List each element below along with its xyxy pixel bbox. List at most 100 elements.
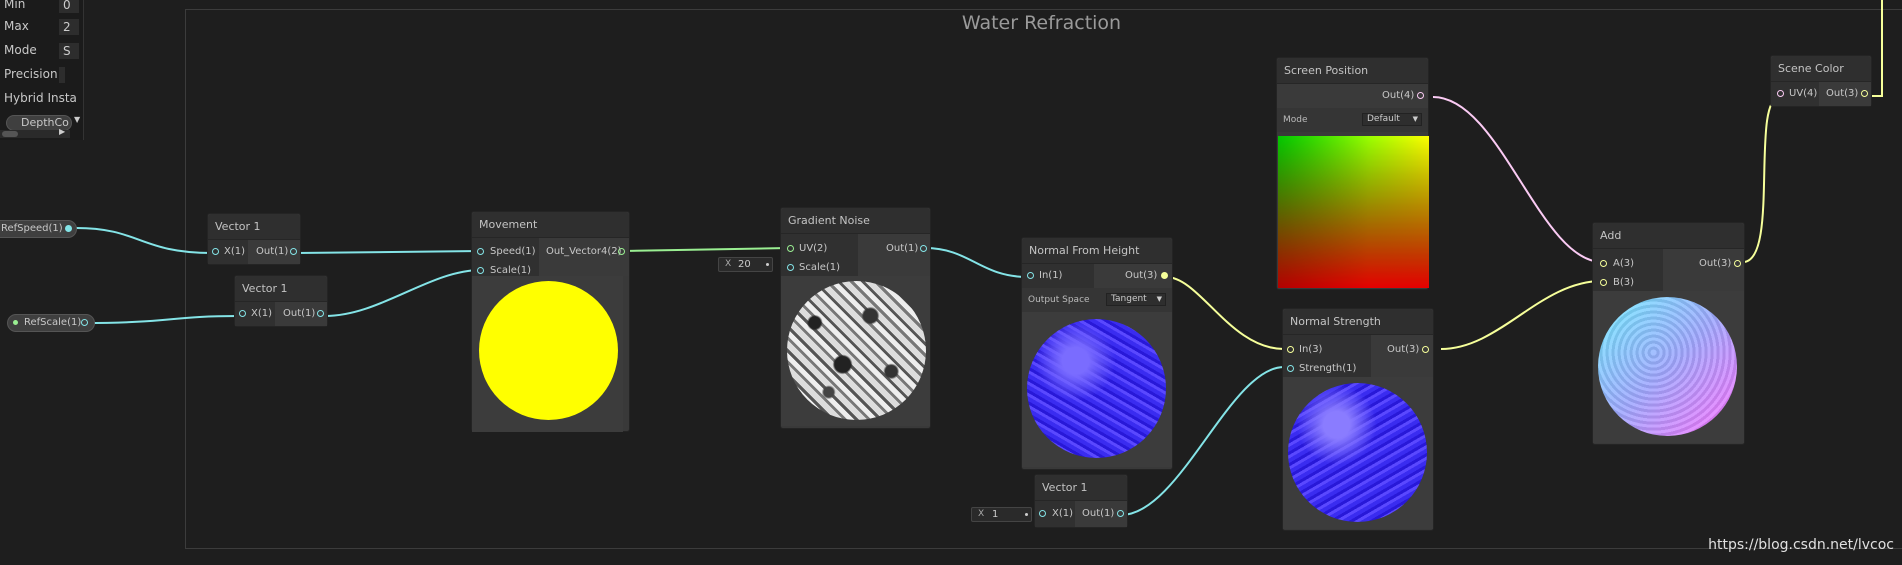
node-ports: X(1) Out(1) [1035,501,1127,527]
b-in-label: B(3) [1613,277,1635,288]
dropdown-arrow-icon[interactable]: ▼ [74,115,80,124]
out-label: Out(3) [1125,270,1158,281]
mode-dropdown[interactable]: S [59,43,79,59]
refspeed-out-port[interactable] [65,225,72,232]
output-space-label: Output Space [1028,295,1090,305]
options-area: Mode Default ▼ [1277,108,1428,132]
strength-in-port[interactable] [1287,365,1294,372]
out-port[interactable] [1861,90,1868,97]
uv-in-port[interactable] [1777,90,1784,97]
x-inline-value[interactable]: 1 [992,508,998,521]
watermark: https://blog.csdn.net/lvcoc [1708,537,1894,553]
wire-strength-add [1440,280,1603,350]
mode-dropdown[interactable]: Default ▼ [1362,113,1422,126]
out-port[interactable] [920,245,927,252]
out-port[interactable] [1117,510,1124,517]
chevron-down-icon: ▼ [1156,295,1162,303]
precision-label: Precision [4,67,58,81]
out-label: Out(4) [1382,90,1415,101]
max-value[interactable]: 2 [59,19,79,35]
precision-dropdown[interactable] [59,67,65,83]
movement-node[interactable]: Movement Speed(1) Scale(1) Out_Vector4(2… [471,211,630,432]
preview-area [1283,377,1433,529]
wire-add-scenecolor [1742,96,1781,263]
out-port[interactable] [290,248,297,255]
wire-vector1-movement-scale [324,269,482,317]
out-port[interactable] [1734,260,1741,267]
uv-in-port[interactable] [787,245,794,252]
vector1-node-c[interactable]: Vector 1 X(1) Out(1) [1034,474,1128,528]
uv-in-label: UV(4) [1789,88,1818,99]
screen-position-node[interactable]: Screen Position Out(4) Mode Default ▼ [1276,57,1429,290]
a-in-port[interactable] [1600,260,1607,267]
normal-strength-node[interactable]: Normal Strength In(3) Strength(1) Out(3) [1282,308,1434,531]
add-node[interactable]: Add A(3) B(3) Out(3) [1592,222,1745,445]
scroll-right-icon[interactable]: ▶ [59,127,65,136]
out-label: Out(3) [1699,258,1732,269]
node-title: Vector 1 [1035,475,1127,501]
preview-area [472,276,623,432]
out-port[interactable] [1417,92,1424,99]
refscale-indicator-icon [13,320,18,325]
strength-in-label: Strength(1) [1299,363,1357,374]
output-space-dropdown[interactable]: Tangent ▼ [1106,293,1166,306]
inline-connector-icon [1025,513,1028,516]
wire-noise-normalheight [924,247,1029,278]
x-inline-field[interactable]: X 1 [971,507,1032,522]
horizontal-scrollbar[interactable]: ▶ [0,127,70,138]
in-label: In(3) [1299,344,1323,355]
preview-area [781,276,930,426]
gradient-noise-node[interactable]: Gradient Noise UV(2) Scale(1) Out(1) [780,207,931,429]
in-label: In(1) [1039,270,1063,281]
x-in-port[interactable] [239,310,246,317]
out-label: Out(1) [283,308,316,319]
screen-position-preview [1278,136,1429,288]
add-preview-sphere [1598,297,1737,436]
vector1-node-b[interactable]: Vector 1 X(1) Out(1) [234,275,328,327]
scale-in-port[interactable] [787,264,794,271]
node-ports: In(1) Out(3) [1022,264,1172,288]
node-ports: In(3) Strength(1) Out(3) [1283,335,1433,377]
x-in-label: X(1) [251,308,273,319]
out-label: Out(1) [1082,508,1115,519]
node-title: Vector 1 [235,276,327,302]
scale-inline-field[interactable]: X 20 [718,257,773,272]
x-in-port[interactable] [212,248,219,255]
scene-color-node[interactable]: Scene Color UV(4) Out(3) [1770,55,1872,107]
in-port[interactable] [1027,272,1034,279]
out-port[interactable] [317,310,324,317]
uv-in-label: UV(2) [799,243,828,254]
out-port[interactable] [618,248,625,255]
wire-refspeed-vector1 [75,227,213,254]
refspeed-property-node[interactable]: RefSpeed(1) [0,220,77,238]
x-in-port[interactable] [1039,510,1046,517]
x-inline-label: X [978,509,985,519]
chevron-down-icon: ▼ [1412,115,1418,123]
scale-in-port[interactable] [477,267,484,274]
node-ports: UV(2) Scale(1) Out(1) [781,234,930,276]
node-ports: UV(4) Out(3) [1771,82,1871,106]
node-ports: X(1) Out(1) [235,302,327,326]
b-in-port[interactable] [1600,279,1607,286]
vector1-node-a[interactable]: Vector 1 X(1) Out(1) [207,213,301,265]
scale-in-label: Scale(1) [799,262,841,273]
speed-in-port[interactable] [477,248,484,255]
in-port[interactable] [1287,346,1294,353]
scale-x-label: X [725,259,732,269]
node-title: Normal Strength [1283,309,1433,335]
node-ports: X(1) Out(1) [208,240,300,264]
out-port[interactable] [1422,346,1429,353]
normal-strength-preview-sphere [1288,383,1427,522]
refscale-out-port[interactable] [81,319,88,326]
refscale-property-node[interactable]: RefScale(1) [7,314,95,332]
a-in-label: A(3) [1613,258,1635,269]
node-ports: A(3) B(3) Out(3) [1593,249,1744,291]
output-space-value: Tangent [1111,294,1147,304]
scale-x-value[interactable]: 20 [738,258,751,271]
node-title: Scene Color [1771,56,1871,82]
scrollbar-thumb[interactable] [2,131,18,137]
min-value[interactable]: 0 [59,0,79,13]
out-port[interactable] [1161,272,1168,279]
normal-from-height-node[interactable]: Normal From Height In(1) Out(3) Output S… [1021,237,1173,470]
speed-in-label: Speed(1) [490,246,536,257]
